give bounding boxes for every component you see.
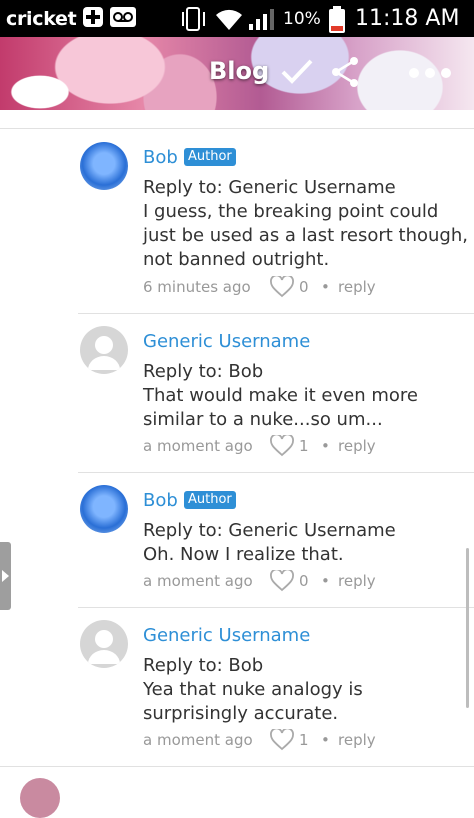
avatar[interactable] (80, 620, 128, 668)
comment-time: 6 minutes ago (143, 278, 251, 296)
reply-link[interactable]: reply (338, 278, 376, 296)
comment-meta: a moment ago 1 • reply (143, 727, 376, 751)
comment-text-line: similar to a nuke...so um... (143, 409, 383, 430)
comment-author[interactable]: Bob (143, 490, 178, 511)
like-count: 1 (299, 731, 309, 749)
signal-icon (248, 6, 278, 36)
scrollbar[interactable] (466, 548, 469, 708)
battery-icon (328, 6, 346, 38)
comment-meta: a moment ago 1 • reply (143, 433, 376, 457)
author-badge: Author (184, 148, 236, 166)
reply-link[interactable]: reply (338, 437, 376, 455)
author-badge: Author (184, 491, 236, 509)
comment-reply-to: Reply to: Generic Username (143, 520, 396, 541)
separator-dot: • (321, 572, 330, 590)
divider (78, 472, 474, 473)
battery-percent: 10% (283, 9, 321, 29)
blog-header: Blog (0, 37, 474, 110)
divider (0, 766, 474, 767)
separator-dot: • (321, 731, 330, 749)
divider (0, 128, 474, 129)
heart-icon[interactable] (270, 568, 294, 596)
comment-text-line: Yea that nuke analogy is (143, 679, 363, 700)
comment-reply-to: Reply to: Generic Username (143, 177, 396, 198)
comment-meta: a moment ago 0 • reply (143, 568, 376, 592)
comment-author[interactable]: Bob (143, 147, 178, 168)
comment-text-line: just be used as a last resort though, (143, 225, 468, 246)
separator-dot: • (321, 437, 330, 455)
chevron-right-icon (2, 570, 9, 582)
comment-time: a moment ago (143, 572, 253, 590)
comment-author[interactable]: Generic Username (143, 625, 310, 646)
avatar[interactable] (80, 142, 128, 190)
comment-time: a moment ago (143, 731, 253, 749)
comment-text-line: That would make it even more (143, 385, 418, 406)
heart-icon[interactable] (270, 433, 294, 461)
clock: 11:18 AM (355, 6, 460, 31)
like-count: 0 (299, 572, 309, 590)
avatar[interactable] (80, 326, 128, 374)
comment-reply-to: Reply to: Bob (143, 655, 264, 676)
comment-time: a moment ago (143, 437, 253, 455)
comment-text-line: surprisingly accurate. (143, 703, 339, 724)
comment-author[interactable]: Generic Username (143, 331, 310, 352)
side-drawer-handle[interactable] (0, 542, 11, 610)
separator-dot: • (321, 278, 330, 296)
divider (78, 607, 474, 608)
check-icon (280, 57, 314, 91)
comment-meta: 6 minutes ago 0 • reply (143, 274, 376, 298)
avatar[interactable] (20, 778, 60, 818)
more-icon[interactable] (408, 65, 452, 84)
comment-text-line: not banned outright. (143, 249, 330, 270)
reply-link[interactable]: reply (338, 572, 376, 590)
reply-link[interactable]: reply (338, 731, 376, 749)
like-count: 1 (299, 437, 309, 455)
like-count: 0 (299, 278, 309, 296)
voicemail-icon (110, 6, 136, 32)
status-bar: cricket 10% 11:18 AM (0, 0, 474, 37)
comment-text-line: I guess, the breaking point could (143, 201, 439, 222)
wifi-icon (214, 6, 244, 36)
heart-icon[interactable] (270, 727, 294, 755)
avatar[interactable] (80, 485, 128, 533)
vibrate-icon (180, 6, 208, 36)
share-icon[interactable] (330, 55, 360, 93)
divider (78, 313, 474, 314)
comment-reply-to: Reply to: Bob (143, 361, 264, 382)
heart-icon[interactable] (270, 274, 294, 302)
comment-text-line: Oh. Now I realize that. (143, 544, 344, 565)
page-title: Blog (209, 57, 270, 85)
plus-icon (82, 6, 104, 32)
carrier-label: cricket (6, 8, 77, 30)
